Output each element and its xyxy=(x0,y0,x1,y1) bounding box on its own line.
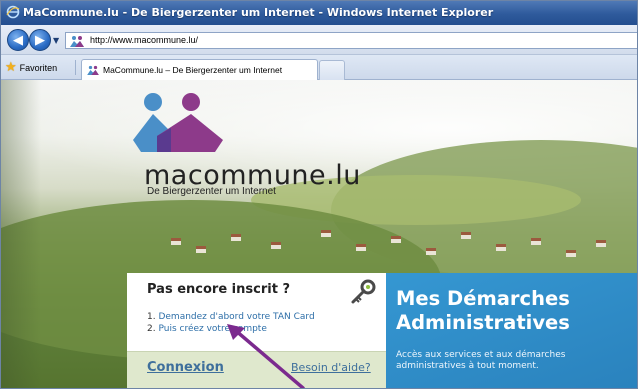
site-favicon-icon xyxy=(87,65,99,75)
page-content: macommune.lu De Biergerzenter um Interne… xyxy=(1,80,637,388)
address-url: http://www.macommune.lu/ xyxy=(90,35,199,45)
tab-bar: ★ Favoriten MaCommune.lu – De Biergerzen… xyxy=(1,55,637,81)
address-bar[interactable]: http://www.macommune.lu/ xyxy=(65,32,637,49)
logo-tagline: De Biergerzenter um Internet xyxy=(147,186,276,197)
title-bar[interactable]: MaCommune.lu - De Biergerzenter um Inter… xyxy=(1,1,637,25)
star-icon: ★ xyxy=(5,60,17,75)
history-dropdown-icon[interactable]: ▼ xyxy=(53,36,59,45)
list-item: 1. Demandez d'abord votre TAN Card xyxy=(147,312,315,322)
panel-title: Mes Démarches Administratives xyxy=(396,287,570,334)
login-bar: Connexion Besoin d'aide? xyxy=(127,351,386,388)
list-item: 2. Puis créez votre compte xyxy=(147,324,267,334)
arrow-right-icon: ▶ xyxy=(35,32,45,48)
tab-label: MaCommune.lu – De Biergerzenter um Inter… xyxy=(103,65,283,75)
vignette-overlay xyxy=(1,80,41,388)
site-favicon-icon xyxy=(70,36,84,47)
favorites-button[interactable]: ★ Favoriten xyxy=(5,59,57,76)
tab-separator xyxy=(75,60,76,75)
connexion-link[interactable]: Connexion xyxy=(147,360,224,375)
new-tab-button[interactable] xyxy=(319,60,345,80)
signup-steps: 1. Demandez d'abord votre TAN Card 2. Pu… xyxy=(147,311,315,335)
forward-button[interactable]: ▶ xyxy=(29,29,51,51)
internet-explorer-icon xyxy=(6,5,20,19)
village-background xyxy=(151,208,631,278)
logo-text-suffix: .lu xyxy=(326,160,361,191)
browser-window: MaCommune.lu - De Biergerzenter um Inter… xyxy=(0,0,638,389)
signup-box: Pas encore inscrit ? 1. Demandez d'abord… xyxy=(127,273,386,351)
window-title: MaCommune.lu - De Biergerzenter um Inter… xyxy=(23,6,494,19)
favorites-label: Favoriten xyxy=(19,62,58,73)
back-button[interactable]: ◀ xyxy=(7,29,29,51)
tab-macommune[interactable]: MaCommune.lu – De Biergerzenter um Inter… xyxy=(81,59,318,81)
help-link[interactable]: Besoin d'aide? xyxy=(291,361,371,374)
signup-title: Pas encore inscrit ? xyxy=(147,282,290,297)
arrow-left-icon: ◀ xyxy=(13,32,23,48)
demarches-panel[interactable]: Mes Démarches Administratives Accès aux … xyxy=(386,273,637,388)
macommune-logo-icon xyxy=(133,93,223,152)
panel-description: Accès aux services et aux démarches admi… xyxy=(396,350,566,371)
create-account-link[interactable]: Puis créez votre compte xyxy=(158,324,266,334)
tan-card-link[interactable]: Demandez d'abord votre TAN Card xyxy=(158,312,314,322)
navigation-bar: ◀ ▶ ▼ http://www.macommune.lu/ xyxy=(1,25,637,55)
key-icon xyxy=(351,279,376,304)
